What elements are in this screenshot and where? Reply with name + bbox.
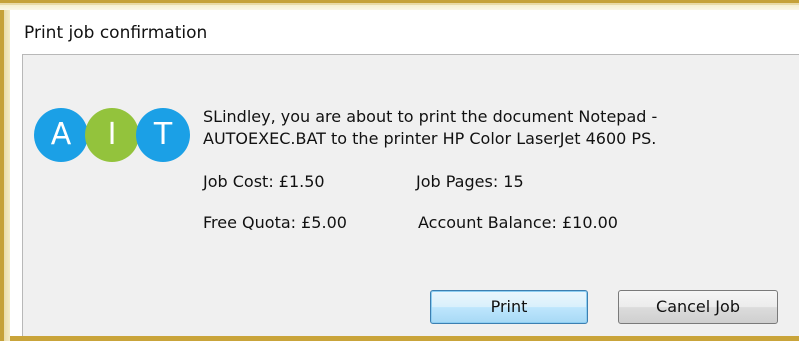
- window-frame-top: [0, 0, 799, 10]
- job-cost: Job Cost: £1.50: [203, 172, 325, 191]
- print-confirmation-window: Print job confirmation A I T SLindley, y…: [0, 0, 799, 341]
- title-bar[interactable]: Print job confirmation: [10, 10, 799, 54]
- window-frame-left: [0, 10, 10, 341]
- logo-letter-i: I: [85, 108, 139, 162]
- ait-logo: A I T: [34, 108, 190, 162]
- window-title: Print job confirmation: [24, 23, 208, 43]
- job-pages: Job Pages: 15: [416, 172, 524, 191]
- cancel-job-button[interactable]: Cancel Job: [618, 290, 778, 324]
- window-frame-bottom: [10, 336, 799, 341]
- print-button[interactable]: Print: [430, 290, 588, 324]
- logo-letter-a: A: [34, 108, 88, 162]
- free-quota: Free Quota: £5.00: [203, 213, 347, 232]
- message-line-1: SLindley, you are about to print the doc…: [203, 107, 658, 126]
- account-balance: Account Balance: £10.00: [418, 213, 618, 232]
- message-line-2: AUTOEXEC.BAT to the printer HP Color Las…: [203, 129, 657, 148]
- confirmation-message: SLindley, you are about to print the doc…: [203, 106, 783, 150]
- logo-letter-t: T: [136, 108, 190, 162]
- client-gap: [10, 54, 22, 341]
